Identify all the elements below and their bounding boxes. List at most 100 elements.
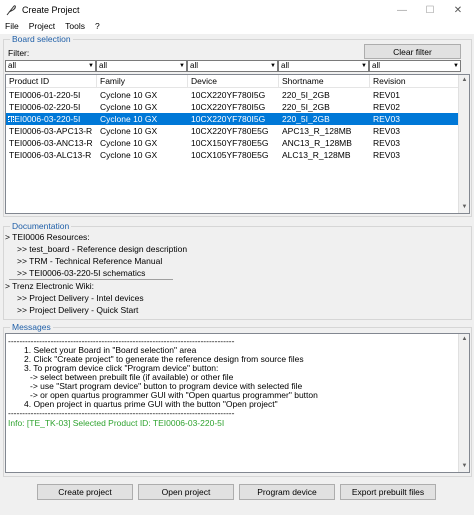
filter-device[interactable]: all ▼: [187, 60, 278, 72]
cell-revision: REV01: [373, 90, 400, 100]
menu-tools[interactable]: Tools: [60, 20, 90, 34]
program-device-label: Program device: [257, 487, 317, 497]
scroll-up-icon[interactable]: ▲: [459, 334, 469, 345]
column-product-id[interactable]: Product ID: [6, 75, 97, 88]
doc-link-delivery-intel[interactable]: >> Project Delivery - Intel devices: [17, 293, 144, 303]
open-project-label: Open project: [161, 487, 211, 497]
export-prebuilt-label: Export prebuilt files: [351, 487, 425, 497]
board-table: Product ID Family Device Shortname Revis…: [5, 74, 470, 214]
cell-family: Cyclone 10 GX: [100, 102, 158, 112]
filter-device-value: all: [190, 61, 199, 70]
table-row[interactable]: TEI0006-03-ANC13-R Cyclone 10 GX 10CX150…: [6, 137, 469, 149]
cell-revision: REV03: [373, 150, 400, 160]
table-row[interactable]: TEI0006-02-220-5I Cyclone 10 GX 10CX220Y…: [6, 101, 469, 113]
table-row[interactable]: TEI0006-01-220-5I Cyclone 10 GX 10CX220Y…: [6, 89, 469, 101]
minimize-button[interactable]: —: [388, 2, 416, 18]
title-bar: Create Project — ☐ ✕: [0, 0, 474, 20]
window-title: Create Project: [22, 5, 80, 15]
messages-title: Messages: [10, 322, 53, 332]
maximize-button[interactable]: ☐: [416, 2, 444, 18]
filter-shortname[interactable]: all ▼: [278, 60, 369, 72]
table-row[interactable]: TEI0006-03-ALC13-R Cyclone 10 GX 10CX105…: [6, 149, 469, 161]
export-prebuilt-button[interactable]: Export prebuilt files: [340, 484, 436, 500]
chevron-down-icon: ▼: [270, 63, 276, 69]
doc-link-quick-start[interactable]: >> Project Delivery - Quick Start: [17, 305, 138, 315]
messages-log[interactable]: ----------------------------------------…: [5, 333, 470, 473]
table-row[interactable]: TEI0006-03-APC13-R Cyclone 10 GX 10CX220…: [6, 125, 469, 137]
filter-product-id[interactable]: all ▼: [5, 60, 96, 72]
cell-family: Cyclone 10 GX: [100, 138, 158, 148]
cell-shortname: 220_5I_2GB: [282, 114, 330, 124]
close-button[interactable]: ✕: [444, 2, 472, 18]
chevron-down-icon: ▼: [453, 63, 459, 69]
cell-device: 10CX220YF780I5G: [191, 102, 266, 112]
cell-revision: REV03: [373, 114, 400, 124]
cell-device: 10CX150YF780E5G: [191, 138, 269, 148]
cell-product-id: TEI0006-03-ANC13-R: [9, 138, 93, 148]
cell-family: Cyclone 10 GX: [100, 90, 158, 100]
cell-shortname: APC13_R_128MB: [282, 126, 352, 136]
cell-family: Cyclone 10 GX: [100, 126, 158, 136]
scroll-down-icon[interactable]: ▼: [459, 202, 469, 213]
cell-family: Cyclone 10 GX: [100, 150, 158, 160]
menu-project[interactable]: Project: [24, 20, 60, 34]
documentation-title: Documentation: [10, 221, 72, 231]
filter-product-id-value: all: [8, 61, 17, 70]
cell-shortname: ANC13_R_128MB: [282, 138, 352, 148]
cell-product-id: TEI0006-02-220-5I: [9, 102, 81, 112]
cell-shortname: 220_5I_2GB: [282, 102, 330, 112]
cell-revision: REV02: [373, 102, 400, 112]
doc-link-reference-design[interactable]: >> test_board - Reference design descrip…: [17, 244, 187, 254]
filter-label: Filter:: [8, 48, 30, 58]
cell-device: 10CX220YF780I5G: [191, 114, 266, 124]
filter-family[interactable]: all ▼: [96, 60, 187, 72]
column-device[interactable]: Device: [188, 75, 279, 88]
filter-shortname-value: all: [281, 61, 290, 70]
filter-family-value: all: [99, 61, 108, 70]
doc-section-wiki: > Trenz Electronic Wiki:: [5, 281, 95, 291]
doc-link-schematics[interactable]: >> TEI0006-03-220-5I schematics: [17, 268, 145, 278]
messages-scrollbar[interactable]: ▲ ▼: [458, 334, 469, 472]
filter-revision[interactable]: all ▼: [369, 60, 461, 72]
cell-device: 10CX220YF780I5G: [191, 90, 266, 100]
cell-device: 10CX105YF780E5G: [191, 150, 269, 160]
cell-revision: REV03: [373, 126, 400, 136]
cell-shortname: ALC13_R_128MB: [282, 150, 351, 160]
cell-shortname: 220_5I_2GB: [282, 90, 330, 100]
column-revision[interactable]: Revision: [370, 75, 460, 88]
clear-filter-label: Clear filter: [393, 46, 432, 57]
column-shortname[interactable]: Shortname: [279, 75, 370, 88]
scroll-up-icon[interactable]: ▲: [459, 75, 469, 86]
cell-product-id: TEI0006-01-220-5I: [9, 90, 81, 100]
cell-product-id: TEI0006-03-ALC13-R: [9, 150, 92, 160]
board-selection-title: Board selection: [10, 34, 73, 44]
doc-divider: [9, 279, 173, 280]
documentation-panel: > TEI0006 Resources: >> test_board - Ref…: [5, 232, 470, 317]
table-row-selected[interactable]: TEI0006-03-220-5I Cyclone 10 GX 10CX220Y…: [6, 113, 469, 125]
cell-product-id: TEI0006-03-220-5I: [9, 114, 81, 124]
create-project-label: Create project: [58, 487, 112, 497]
create-project-button[interactable]: Create project: [37, 484, 133, 500]
menu-file[interactable]: File: [0, 20, 24, 34]
menu-bar: File Project Tools ?: [0, 20, 474, 34]
scroll-down-icon[interactable]: ▼: [459, 461, 469, 472]
msg-separator: ----------------------------------------…: [8, 408, 235, 418]
chevron-down-icon: ▼: [179, 63, 185, 69]
table-scrollbar[interactable]: ▲ ▼: [458, 75, 469, 213]
app-feather-icon: [6, 5, 16, 16]
open-project-button[interactable]: Open project: [138, 484, 234, 500]
cell-product-id: TEI0006-03-APC13-R: [9, 126, 93, 136]
msg-info-line: Info: [TE_TK-03] Selected Product ID: TE…: [8, 418, 225, 428]
cell-family: Cyclone 10 GX: [100, 114, 158, 124]
column-family[interactable]: Family: [97, 75, 188, 88]
cell-device: 10CX220YF780E5G: [191, 126, 269, 136]
chevron-down-icon: ▼: [361, 63, 367, 69]
doc-link-trm[interactable]: >> TRM - Technical Reference Manual: [17, 256, 162, 266]
program-device-button[interactable]: Program device: [239, 484, 335, 500]
doc-section-resources: > TEI0006 Resources:: [5, 232, 90, 242]
table-header: Product ID Family Device Shortname Revis…: [6, 75, 469, 88]
filter-revision-value: all: [372, 61, 381, 70]
clear-filter-button[interactable]: Clear filter: [364, 44, 461, 59]
chevron-down-icon: ▼: [88, 63, 94, 69]
menu-help[interactable]: ?: [90, 20, 105, 34]
